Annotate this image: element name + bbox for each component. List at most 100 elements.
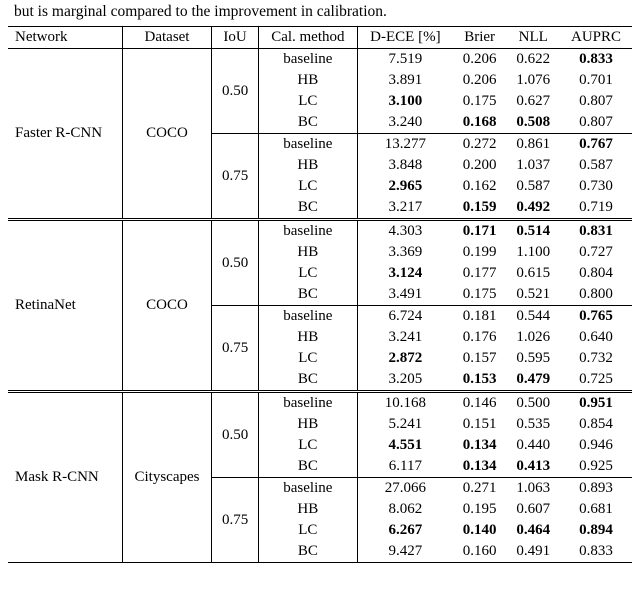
cell-auprc: 0.767: [560, 134, 632, 156]
cell-method: BC: [258, 456, 357, 478]
cell-auprc: 0.587: [560, 155, 632, 176]
cell-method: HB: [258, 155, 357, 176]
cell-nll: 0.500: [506, 392, 560, 415]
cell-brier: 0.153: [453, 369, 507, 392]
cell-network: RetinaNet: [8, 220, 122, 392]
cell-dece: 3.891: [357, 70, 452, 91]
cell-dece: 4.303: [357, 220, 452, 243]
cell-nll: 1.076: [506, 70, 560, 91]
cell-brier: 0.206: [453, 49, 507, 71]
cell-brier: 0.200: [453, 155, 507, 176]
cell-brier: 0.175: [453, 91, 507, 112]
cell-brier: 0.171: [453, 220, 507, 243]
cell-network: Mask R-CNN: [8, 392, 122, 563]
cell-brier: 0.151: [453, 414, 507, 435]
cell-nll: 0.544: [506, 306, 560, 328]
cell-dataset: COCO: [122, 49, 212, 220]
cell-brier: 0.199: [453, 242, 507, 263]
col-dataset: Dataset: [122, 27, 212, 49]
cell-dece: 3.848: [357, 155, 452, 176]
cell-auprc: 0.725: [560, 369, 632, 392]
cell-dece: 2.965: [357, 176, 452, 197]
cell-method: baseline: [258, 220, 357, 243]
cell-dece: 13.277: [357, 134, 452, 156]
cell-auprc: 0.854: [560, 414, 632, 435]
cell-auprc: 0.946: [560, 435, 632, 456]
page-root: but is marginal compared to the improvem…: [0, 0, 640, 571]
cell-dece: 3.217: [357, 197, 452, 220]
cell-iou: 0.50: [212, 392, 258, 478]
results-table: Network Dataset IoU Cal. method D-ECE [%…: [8, 26, 632, 563]
cell-method: HB: [258, 327, 357, 348]
cell-brier: 0.176: [453, 327, 507, 348]
cell-brier: 0.157: [453, 348, 507, 369]
col-network: Network: [8, 27, 122, 49]
cell-method: LC: [258, 348, 357, 369]
cell-brier: 0.168: [453, 112, 507, 134]
cell-method: BC: [258, 284, 357, 306]
intro-text: but is marginal compared to the improvem…: [14, 2, 632, 22]
col-brier: Brier: [453, 27, 507, 49]
cell-dece: 6.724: [357, 306, 452, 328]
cell-iou: 0.75: [212, 134, 258, 220]
cell-iou: 0.75: [212, 478, 258, 563]
col-dece: D-ECE [%]: [357, 27, 452, 49]
table-header-row: Network Dataset IoU Cal. method D-ECE [%…: [8, 27, 632, 49]
cell-brier: 0.140: [453, 520, 507, 541]
cell-auprc: 0.800: [560, 284, 632, 306]
cell-method: HB: [258, 499, 357, 520]
cell-auprc: 0.833: [560, 49, 632, 71]
cell-method: baseline: [258, 134, 357, 156]
table-row: Faster R-CNNCOCO0.50baseline7.5190.2060.…: [8, 49, 632, 71]
cell-brier: 0.175: [453, 284, 507, 306]
cell-auprc: 0.765: [560, 306, 632, 328]
cell-nll: 0.479: [506, 369, 560, 392]
cell-dece: 4.551: [357, 435, 452, 456]
cell-brier: 0.181: [453, 306, 507, 328]
cell-dece: 27.066: [357, 478, 452, 500]
cell-brier: 0.159: [453, 197, 507, 220]
cell-auprc: 0.701: [560, 70, 632, 91]
cell-iou: 0.75: [212, 306, 258, 392]
cell-auprc: 0.925: [560, 456, 632, 478]
col-iou: IoU: [212, 27, 258, 49]
cell-method: baseline: [258, 306, 357, 328]
col-nll: NLL: [506, 27, 560, 49]
cell-auprc: 0.719: [560, 197, 632, 220]
cell-brier: 0.177: [453, 263, 507, 284]
cell-auprc: 0.807: [560, 112, 632, 134]
cell-nll: 0.521: [506, 284, 560, 306]
table-body: Faster R-CNNCOCO0.50baseline7.5190.2060.…: [8, 49, 632, 563]
cell-brier: 0.206: [453, 70, 507, 91]
cell-auprc: 0.951: [560, 392, 632, 415]
cell-iou: 0.50: [212, 49, 258, 134]
cell-nll: 0.615: [506, 263, 560, 284]
table-row: Mask R-CNNCityscapes0.50baseline10.1680.…: [8, 392, 632, 415]
cell-dataset: Cityscapes: [122, 392, 212, 563]
cell-dataset: COCO: [122, 220, 212, 392]
cell-nll: 0.627: [506, 91, 560, 112]
cell-method: BC: [258, 541, 357, 563]
cell-method: LC: [258, 435, 357, 456]
cell-dece: 2.872: [357, 348, 452, 369]
cell-dece: 3.124: [357, 263, 452, 284]
cell-auprc: 0.732: [560, 348, 632, 369]
cell-brier: 0.195: [453, 499, 507, 520]
cell-method: LC: [258, 91, 357, 112]
cell-nll: 0.491: [506, 541, 560, 563]
cell-dece: 6.117: [357, 456, 452, 478]
cell-network: Faster R-CNN: [8, 49, 122, 220]
cell-nll: 0.861: [506, 134, 560, 156]
cell-method: baseline: [258, 392, 357, 415]
cell-brier: 0.271: [453, 478, 507, 500]
cell-dece: 3.240: [357, 112, 452, 134]
cell-method: LC: [258, 263, 357, 284]
cell-auprc: 0.894: [560, 520, 632, 541]
cell-method: baseline: [258, 49, 357, 71]
cell-brier: 0.134: [453, 435, 507, 456]
cell-method: BC: [258, 197, 357, 220]
cell-nll: 1.026: [506, 327, 560, 348]
cell-method: baseline: [258, 478, 357, 500]
cell-method: BC: [258, 369, 357, 392]
cell-nll: 1.037: [506, 155, 560, 176]
